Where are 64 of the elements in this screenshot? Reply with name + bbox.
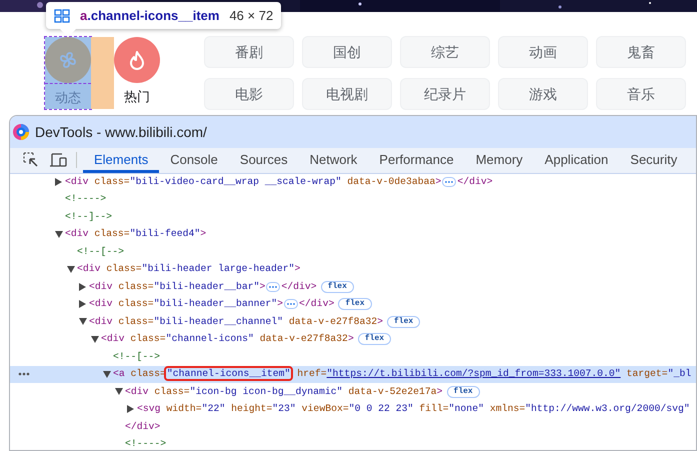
more-icon[interactable]: [18, 372, 30, 376]
layout-badge[interactable]: flex: [320, 280, 354, 293]
code-line: </div>: [299, 299, 334, 310]
code-line: <!--[-->: [113, 352, 160, 362]
margin-highlight: [91, 37, 114, 109]
collapsed-arrow-icon[interactable]: [79, 300, 86, 308]
grid-layout-icon: [54, 8, 70, 22]
code-line: <!---->: [65, 194, 106, 204]
devtools-tab[interactable]: Elements: [83, 148, 160, 173]
code-line: </div>: [457, 176, 493, 187]
channel-button[interactable]: 国创: [302, 36, 392, 68]
code-line: <div class="icon-bg icon-bg__dynamic" data-v-52e2e17a>: [125, 386, 443, 397]
expanded-arrow-icon[interactable]: [103, 370, 111, 378]
expanded-arrow-icon[interactable]: [91, 336, 99, 343]
expanded-arrow-icon[interactable]: [55, 230, 63, 238]
channel-label: 热门: [124, 90, 150, 103]
channel-button[interactable]: 音乐: [596, 78, 686, 110]
devtools-tab[interactable]: Sources: [228, 148, 299, 173]
app-logo-icon: [13, 124, 29, 140]
collapsed-arrow-icon[interactable]: [79, 282, 86, 291]
code-line: </div>: [125, 422, 160, 432]
expanded-arrow-icon[interactable]: [79, 318, 87, 326]
devtools-tab[interactable]: Console: [159, 148, 229, 173]
devtools-tab[interactable]: Security: [619, 148, 688, 173]
code-line: <div class="bili-feed4">: [65, 229, 206, 240]
channel-button[interactable]: 电影: [204, 78, 294, 110]
channel-button[interactable]: 游戏: [498, 78, 588, 110]
channel-label: 动态: [55, 91, 81, 104]
channel-button[interactable]: 鬼畜: [596, 36, 686, 68]
inspect-icon[interactable]: [23, 152, 39, 168]
code-line: <!---->: [125, 439, 166, 450]
code-line: <!--]-->: [65, 212, 112, 222]
channel-button[interactable]: 番剧: [204, 36, 294, 68]
layout-badge[interactable]: flex: [387, 316, 420, 328]
channel-button[interactable]: 综艺: [400, 36, 490, 68]
layout-badge[interactable]: flex: [358, 333, 392, 346]
devtools-tab[interactable]: Application: [534, 148, 620, 173]
channel-button[interactable]: 电视剧: [302, 78, 392, 110]
devtools-tab[interactable]: Memory: [464, 148, 534, 173]
code-line: <a class="channel-icons__item" href="https://t.bilibili.com/?spm_id_from=333.1007.0.0" target="_bl: [113, 369, 692, 380]
channel-button[interactable]: 纪录片: [400, 78, 490, 110]
code-line: <svg width="22" height="23" viewBox="0 0 22 23" fill="none" xmlns="http://www.w3.org/2000/svg": [137, 404, 690, 414]
code-line: <div class="channel-icons" data-v-e27f8a32>: [101, 334, 354, 344]
code-line: </div>: [281, 282, 317, 292]
collapsed-arrow-icon[interactable]: [55, 178, 62, 186]
code-line: <div class="bili-header__channel" data-v-e27f8a32>: [89, 316, 383, 327]
code-line: <div class="bili-header large-header">: [77, 264, 300, 274]
channel-button[interactable]: 动画: [498, 36, 588, 68]
code-line: <!--[-->: [77, 246, 124, 257]
expanded-arrow-icon[interactable]: [67, 266, 75, 273]
devtools-tab[interactable]: Performance: [368, 148, 465, 173]
channel-icon[interactable]: [114, 37, 160, 83]
code-line: <div class="bili-video-card__wrap __scale-wrap" data-v-0de3abaa>: [65, 176, 442, 187]
layout-badge[interactable]: flex: [338, 298, 372, 310]
expanded-arrow-icon[interactable]: [115, 388, 123, 396]
devtools-tab[interactable]: Network: [298, 148, 368, 173]
layout-badge[interactable]: flex: [446, 386, 480, 398]
device-toggle-icon[interactable]: [50, 152, 68, 168]
element-size: 46 × 72: [229, 6, 274, 25]
code-line: <div class="bili-header__bar">: [89, 282, 266, 292]
collapsed-arrow-icon[interactable]: [127, 405, 134, 414]
code-line: <div class="bili-header__banner">: [89, 299, 284, 310]
element-selector: a.channel-icons__item: [80, 6, 220, 25]
window-title: DevTools - www.bilibili.com/: [35, 122, 207, 142]
